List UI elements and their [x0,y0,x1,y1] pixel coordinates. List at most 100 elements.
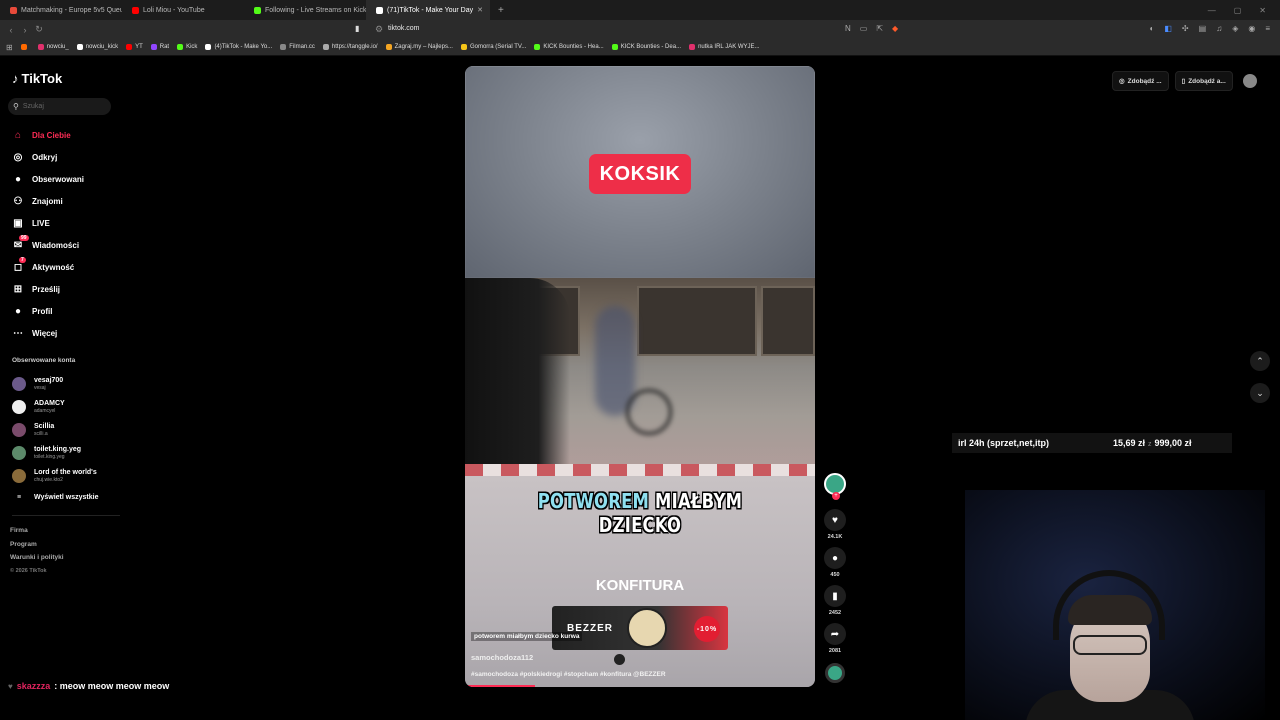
extension-icon[interactable]: ◧ [1164,24,1172,33]
bookmark-label: Gomorra (Serial TV... [469,44,527,50]
author-avatar[interactable]: + [824,473,846,500]
previous-video-button[interactable]: ⌃ [1250,351,1270,371]
sidebar-item-messages[interactable]: ✉ 99 Wiadomości [12,234,84,256]
footer-link-program[interactable]: Program [10,538,64,552]
comment-button[interactable]: ● [824,547,846,569]
site-info-icon[interactable]: ⚙ [372,24,386,35]
bookmark-icon[interactable]: ▮ [355,24,359,33]
music-icon[interactable]: ♫ [1216,24,1222,33]
sidebar-item-compass[interactable]: ◎ Odkryj [12,146,84,168]
sidebar-item-activity[interactable]: ◻ 7 Aktywność [12,256,84,278]
video-hashtags[interactable]: #samochodoza #polskiedrogi #stopcham #ko… [471,671,666,678]
show-all-button[interactable]: ≡ Wyświetl wszystkie [12,487,99,507]
account-handle: vesaj [34,384,46,391]
sidebar-item-home[interactable]: ⌂ Dla Ciebie [12,124,84,146]
bookmark-item[interactable]: Filman.cc [280,44,315,50]
new-tab-button[interactable]: + [490,5,512,16]
followed-account[interactable]: ADAMCY adamcyel [12,395,98,418]
like-button[interactable]: ♥ [824,509,846,531]
save-button[interactable]: ▮ [824,585,846,607]
video-player[interactable]: KOKSIK POTWOREM MIAŁBYM DZIECKO KONFITUR… [465,66,815,687]
bookmark-favicon-icon [76,44,83,50]
account-name: vesaj700 [34,376,64,384]
browser-tab[interactable]: (71)TikTok - Make Your Day ✕ [366,0,490,20]
bookmark-item[interactable]: nowciu_ [37,44,69,50]
sponsor-banner[interactable]: BEZZER -10% [552,606,728,650]
bookmark-item[interactable] [20,44,30,50]
follow-plus-icon[interactable]: + [832,492,840,500]
translate-icon[interactable]: N [845,24,851,33]
minimize-icon[interactable]: — [1208,6,1216,15]
followed-account[interactable]: toilet.king.yeg toilet.king.yeg [12,441,98,464]
video-author[interactable]: samochodoza112 [471,653,533,662]
bookmark-favicon-icon [534,44,541,50]
get-coins-button[interactable]: ◎ Zdobądź ... [1112,71,1169,91]
reload-icon[interactable]: ↻ [32,24,46,35]
account-name: toilet.king.yeg [34,445,82,453]
forward-icon[interactable]: › [18,25,32,35]
browser-tab[interactable]: Matchmaking - Europe 5v5 Queue [0,0,122,20]
bookmark-favicon-icon [460,44,467,50]
user-avatar[interactable] [1242,74,1257,88]
sidebar-icon[interactable]: ▤ [1199,24,1207,33]
sidebar-item-friends[interactable]: ⚇ Znajomi [12,190,84,212]
wallet-icon[interactable]: ◈ [1232,24,1238,33]
bookmark-item[interactable]: https://tanggle.io/ [322,44,378,50]
close-tab-icon[interactable]: ✕ [477,6,483,14]
show-all-label: Wyświetl wszystkie [34,493,99,501]
streamer-webcam [965,490,1265,720]
share-button[interactable]: ➦ [824,623,846,645]
url-field[interactable]: tiktok.com [388,25,420,32]
next-video-button[interactable]: ⌄ [1250,383,1270,403]
bookmark-item[interactable]: Rat [150,44,169,50]
get-app-button[interactable]: ▯ Zdobądź a... [1174,71,1233,91]
video-label-koksik: KOKSIK [589,154,691,194]
sidebar-item-profile[interactable]: ● Profil [12,300,84,322]
browser-tab[interactable]: Following - Live Streams on Kick [244,0,366,20]
maximize-icon[interactable]: ▢ [1234,6,1242,15]
goal-label: irl 24h (sprzet,net,itp) [958,438,1050,448]
followed-account[interactable]: Lord of the world's chuj.wie.kto2 [12,464,98,487]
extension-icon[interactable]: ◐ [1150,24,1155,33]
sidebar-item-more[interactable]: ⋯ Więcej [12,322,84,344]
apps-icon[interactable]: ⊞ [6,43,13,52]
bookmark-item[interactable]: KICK Bounties - Dea... [611,44,681,50]
puzzle-icon[interactable]: ✣ [1182,24,1189,33]
share-icon[interactable]: ⇱ [876,24,883,33]
profile-icon[interactable]: ◉ [1248,24,1255,33]
menu-icon[interactable]: ≡ [1265,24,1270,33]
footer-link-company[interactable]: Firma [10,524,64,538]
bookmark-item[interactable]: YT [126,44,143,50]
glasses [1073,635,1147,655]
bookmark-item[interactable]: KICK Bounties - Hea... [534,44,604,50]
sidebar-item-following-avatar[interactable]: ● Obserwowani [12,168,84,190]
cast-icon[interactable]: ▭ [860,24,868,33]
footer-link-terms[interactable]: Warunki i polityki [10,551,64,565]
sidebar-item-upload[interactable]: ⊞ Prześlij [12,278,84,300]
close-window-icon[interactable]: ✕ [1259,6,1266,15]
video-progress-bar[interactable] [465,685,535,687]
video-sticker-text: potworem miałbym dziecko kurwa [471,632,583,641]
bookmark-item[interactable]: Gomorra (Serial TV... [460,44,527,50]
bookmark-item[interactable]: nowciu_kick [76,44,118,50]
bookmark-item[interactable]: Zagraj.my – Najleps... [385,44,453,50]
bookmark-item[interactable]: Kick [177,44,197,50]
followed-account[interactable]: Scillia scilli.a [12,418,98,441]
friends-icon: ⚇ [13,195,23,207]
tiktok-logo[interactable]: ♪ TikTok [12,71,62,86]
back-icon[interactable]: ‹ [4,25,18,35]
account-name: ADAMCY [34,399,65,407]
compass-icon: ◎ [13,151,23,163]
sidebar-item-live[interactable]: ▣ LIVE [12,212,84,234]
sound-disc-icon[interactable] [825,663,845,683]
bookmark-item[interactable]: nutka IRL JAK WYJE... [689,44,760,50]
brave-shield-icon[interactable]: ◆ [892,24,898,33]
heart-icon: ♥ [832,514,838,526]
bookmark-item[interactable]: (4)TikTok - Make Yo... [205,44,272,50]
search-input[interactable]: ⚲ Szukaj [8,98,111,115]
followed-account[interactable]: vesaj700 vesaj [12,372,98,395]
browser-tab[interactable]: Loli Miou - YouTube [122,0,244,20]
window-controls: — ▢ ✕ [1208,6,1280,15]
sidebar-item-label: Znajomi [32,196,63,206]
avatar [12,399,26,414]
